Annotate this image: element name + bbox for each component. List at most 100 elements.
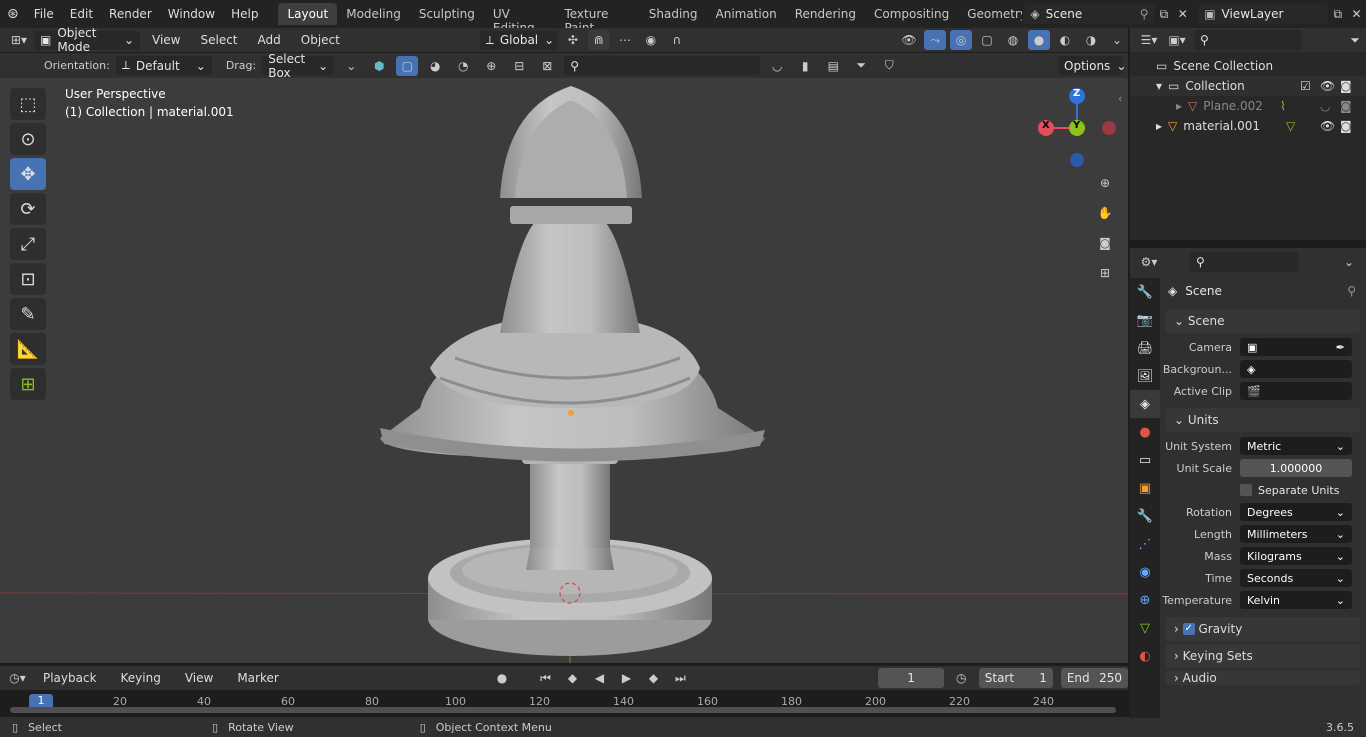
pin-icon[interactable]: ⚲: [1347, 284, 1356, 298]
drag-dropdown[interactable]: Select Box ⌄: [262, 52, 335, 80]
options-dropdown[interactable]: Options ⌄: [1058, 56, 1126, 75]
scene-panel-header[interactable]: ⌄ Scene: [1166, 309, 1360, 333]
tab-rendering[interactable]: Rendering: [786, 3, 865, 25]
tab-animation[interactable]: Animation: [707, 3, 786, 25]
add-cube-tool-icon[interactable]: ⊞: [10, 368, 46, 400]
camera-render-icon[interactable]: ◙: [1340, 119, 1352, 133]
rotation-dropdown[interactable]: Degrees ⌄: [1240, 503, 1352, 521]
tab-compositing[interactable]: Compositing: [865, 3, 958, 25]
gizmo-icon[interactable]: ⤳: [924, 30, 946, 50]
snap-icon[interactable]: ⋒: [587, 30, 610, 50]
menu-window[interactable]: Window: [160, 7, 223, 21]
pivot-point-icon[interactable]: ✣: [562, 30, 584, 50]
menu-edit[interactable]: Edit: [62, 7, 101, 21]
tab-shading[interactable]: Shading: [640, 3, 707, 25]
camera-field[interactable]: ▣ ✒: [1240, 338, 1352, 356]
scene-tab-icon[interactable]: ◈: [1130, 390, 1160, 418]
annotate-tool-icon[interactable]: ✎: [10, 298, 46, 330]
xray-icon[interactable]: ▢: [976, 30, 998, 50]
tab-sculpting[interactable]: Sculpting: [410, 3, 484, 25]
length-dropdown[interactable]: Millimeters ⌄: [1240, 525, 1352, 543]
menu-object[interactable]: Object: [293, 33, 348, 47]
end-frame-field[interactable]: End 250: [1060, 668, 1129, 688]
display-mode-icon[interactable]: ▣▾: [1166, 30, 1188, 50]
menu-help[interactable]: Help: [223, 7, 266, 21]
grid-perspective-icon[interactable]: ⊞: [1092, 260, 1118, 286]
material-tab-icon[interactable]: ◐: [1130, 642, 1160, 670]
particles-tab-icon[interactable]: ⋰: [1130, 530, 1160, 558]
overlay-toggle-icon[interactable]: ⊟: [508, 56, 530, 76]
rotate-tool-icon[interactable]: ⟳: [10, 193, 46, 225]
play-icon[interactable]: ▶: [617, 668, 636, 688]
zoom-icon[interactable]: ⊕: [1092, 170, 1118, 196]
select-box-icon[interactable]: ▢: [396, 55, 419, 76]
view-layer-selector[interactable]: ▣ ViewLayer: [1198, 4, 1329, 24]
scene-selector[interactable]: ◈ Scene ⚲: [1024, 4, 1155, 24]
properties-search-input[interactable]: ⚲: [1190, 252, 1298, 272]
outliner-editor-icon[interactable]: ☰▾: [1138, 30, 1160, 50]
visibility-icon[interactable]: 👁: [898, 30, 920, 50]
viewport-search-input[interactable]: ⚲: [564, 56, 761, 75]
menu-add[interactable]: Add: [250, 33, 289, 47]
shield-icon[interactable]: ⛉: [878, 56, 900, 76]
menu-marker[interactable]: Marker: [229, 671, 286, 685]
menu-timeline-view[interactable]: View: [177, 671, 221, 685]
start-frame-field[interactable]: Start 1: [978, 668, 1053, 688]
shading-solid-icon[interactable]: ◕: [424, 56, 446, 76]
chevron-down-icon[interactable]: ⌄: [340, 56, 362, 76]
keying-sets-panel-header[interactable]: › Keying Sets: [1166, 644, 1360, 668]
tab-uv-editing[interactable]: UV Editing: [484, 3, 556, 35]
solid-shading-icon[interactable]: ●: [1028, 30, 1050, 50]
menu-file[interactable]: File: [26, 7, 62, 21]
time-dropdown[interactable]: Seconds ⌄: [1240, 569, 1352, 587]
new-view-layer-icon[interactable]: ⧉: [1328, 4, 1347, 24]
world-tab-icon[interactable]: ●: [1130, 418, 1160, 446]
pan-hand-icon[interactable]: ✋: [1092, 200, 1118, 226]
overlay-icon[interactable]: ◎: [950, 30, 972, 50]
outliner-item-material[interactable]: ▸ ▽ material.001 ▽ 👁 ◙: [1130, 116, 1366, 136]
modifier-tab-icon[interactable]: 🔧: [1130, 502, 1160, 530]
menu-render[interactable]: Render: [101, 7, 160, 21]
shading-material-icon[interactable]: ◔: [452, 56, 474, 76]
orientation-default-dropdown[interactable]: ⟂ Default ⌄: [115, 56, 212, 75]
eyedropper-icon[interactable]: ✒: [1336, 341, 1345, 354]
physics-tab-icon[interactable]: ◉: [1130, 558, 1160, 586]
temperature-dropdown[interactable]: Kelvin ⌄: [1240, 591, 1352, 609]
next-keyframe-icon[interactable]: ◆: [644, 668, 663, 688]
camera-render-icon[interactable]: ◙: [1340, 79, 1352, 93]
eye-hidden-icon[interactable]: ◡: [1320, 99, 1330, 113]
outliner-item-collection[interactable]: ▾ ▭ Collection ☑ 👁 ◙: [1130, 76, 1366, 96]
collection-tab-icon[interactable]: ▭: [1130, 446, 1160, 474]
navigation-gizmo[interactable]: Z Y X: [1030, 83, 1120, 168]
outliner-item-plane[interactable]: ▸ ▽ Plane.002 ⌇ ◡ ◙: [1130, 96, 1366, 116]
transform-tool-icon[interactable]: ⊡: [10, 263, 46, 295]
unit-system-dropdown[interactable]: Metric ⌄: [1240, 437, 1352, 455]
filter-toggle-icon[interactable]: ⊠: [536, 56, 558, 76]
prev-keyframe-icon[interactable]: ◆: [563, 668, 582, 688]
move-tool-icon[interactable]: ✥: [10, 158, 46, 190]
jump-start-icon[interactable]: ⏮: [536, 668, 555, 688]
3d-viewport[interactable]: User Perspective (1) Collection | materi…: [0, 78, 1128, 663]
menu-view[interactable]: View: [144, 33, 188, 47]
object-tab-icon[interactable]: ▣: [1130, 474, 1160, 502]
menu-playback[interactable]: Playback: [35, 671, 105, 685]
material-shading-icon[interactable]: ◐: [1054, 30, 1076, 50]
tab-modeling[interactable]: Modeling: [337, 3, 410, 25]
clock-icon[interactable]: ◷: [952, 668, 971, 688]
timeline-scrollbar[interactable]: [10, 707, 1116, 713]
expand-arrow-icon[interactable]: ▸: [1156, 119, 1162, 133]
chevron-down-icon[interactable]: ⌄: [1338, 252, 1360, 272]
select-box-tool-icon[interactable]: ⬚: [10, 88, 46, 120]
collapse-sidebar-icon[interactable]: ‹: [1118, 92, 1122, 105]
record-icon[interactable]: ●: [492, 668, 511, 688]
gravity-checkbox[interactable]: ✓: [1182, 623, 1195, 635]
view-layer-tab-icon[interactable]: 🖼: [1130, 362, 1160, 390]
tab-layout[interactable]: Layout: [278, 3, 338, 25]
mass-dropdown[interactable]: Kilograms ⌄: [1240, 547, 1352, 565]
snap-target-icon[interactable]: ⋯: [614, 30, 636, 50]
output-tab-icon[interactable]: 🖨: [1130, 334, 1160, 362]
falloff-icon[interactable]: ∩: [666, 30, 688, 50]
filter-icon[interactable]: ⏷: [850, 56, 872, 76]
camera-render-icon[interactable]: ◙: [1340, 99, 1352, 113]
current-frame-field[interactable]: 1: [878, 668, 944, 688]
